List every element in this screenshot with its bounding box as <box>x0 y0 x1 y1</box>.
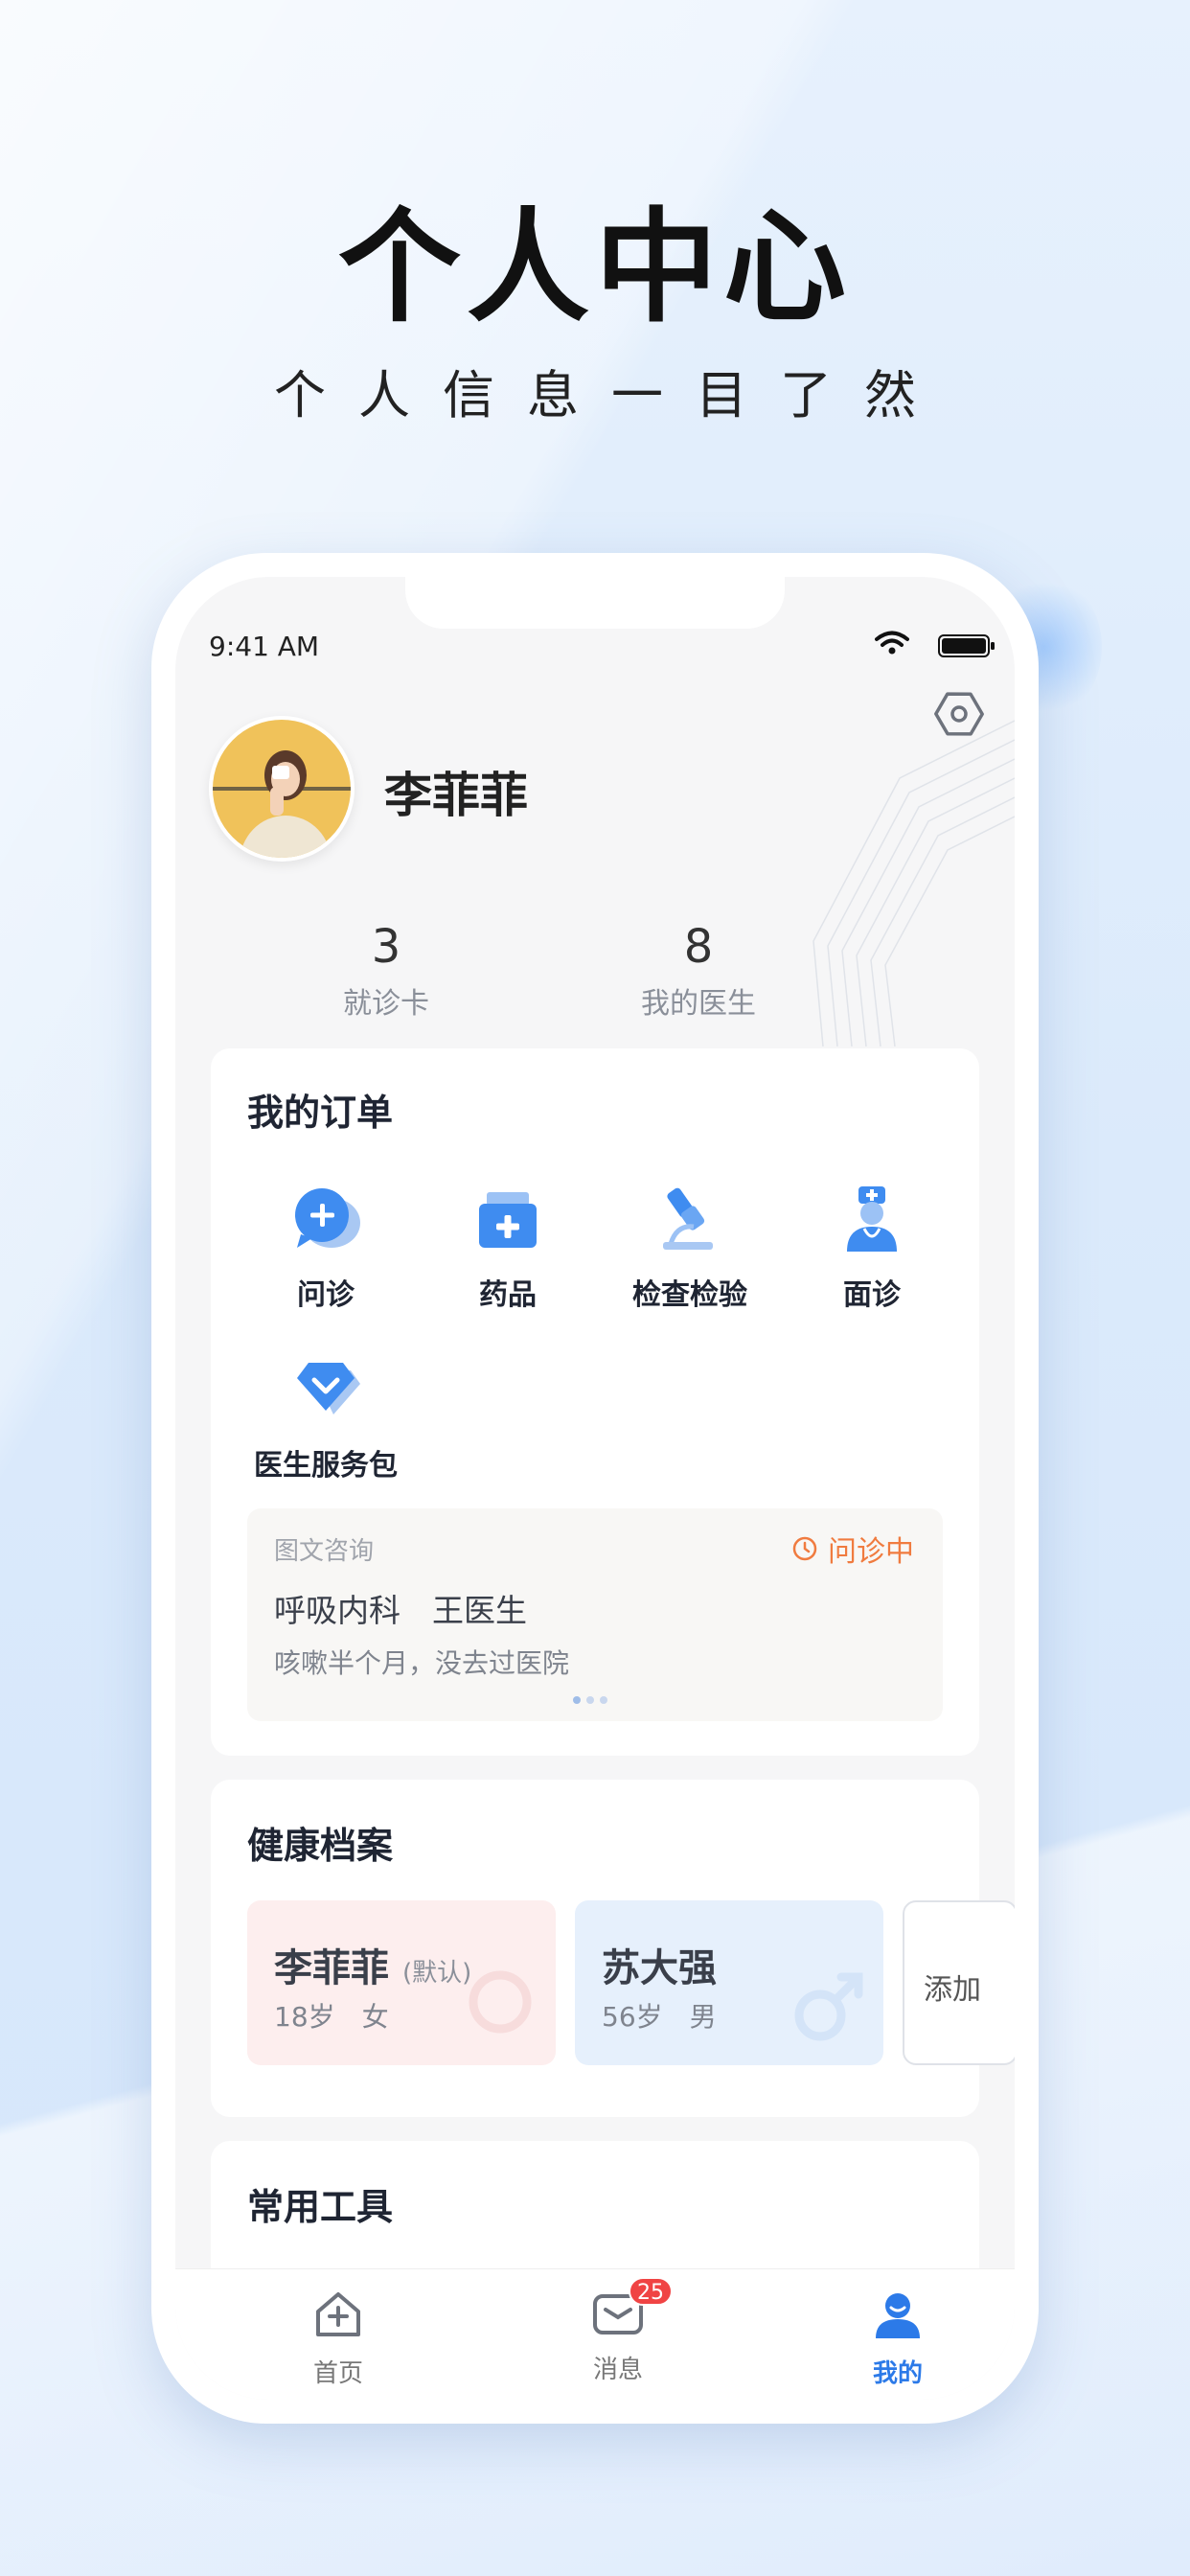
phone-screen: 9:41 AM 李菲菲 3 就诊卡 8 我的医生 我的订单 问诊 药品 检查检验… <box>175 577 1015 2400</box>
avatar-image <box>213 720 351 858</box>
home-plus-icon <box>316 2292 360 2336</box>
health-records-card: 健康档案 李菲菲 (默认) 18岁 女 苏大强 56岁 男 添加 <box>211 1780 1015 2117</box>
phone-notch <box>405 577 785 629</box>
microscope-icon <box>663 1187 713 1250</box>
carousel-dot <box>600 1696 607 1704</box>
tab-label: 我的 <box>872 2359 923 2388</box>
tab-label: 首页 <box>312 2359 363 2388</box>
tab-home[interactable]: 首页 <box>271 2287 405 2389</box>
profile-name-text: 苏大强 <box>602 1946 717 1990</box>
carousel-dot-active <box>573 1696 581 1704</box>
health-records-title: 健康档案 <box>247 1825 394 1867</box>
consult-status: 问诊中 <box>791 1528 914 1570</box>
order-item-face-consult[interactable]: 面诊 <box>781 1181 963 1313</box>
order-label: 药品 <box>479 1278 537 1312</box>
orders-title: 我的订单 <box>247 1092 394 1134</box>
add-profile-label: 添加 <box>924 1973 981 2007</box>
tab-label: 消息 <box>592 2356 643 2384</box>
hero-subtitle: 个人信息一目了然 <box>274 365 949 426</box>
stat-value: 8 <box>683 920 714 974</box>
profile-name: 苏大强 <box>602 1937 717 1992</box>
stat-visit-cards[interactable]: 3 就诊卡 <box>271 920 501 1022</box>
status-time: 9:41 AM <box>209 631 320 662</box>
avatar[interactable] <box>209 716 355 862</box>
order-label: 面诊 <box>843 1278 901 1312</box>
profile-name-text: 李菲菲 <box>274 1946 389 1990</box>
profile-info: 56岁 男 <box>602 2001 717 2033</box>
hero-title: 个人中心 <box>337 196 852 339</box>
add-profile-button[interactable]: 添加 <box>903 1900 1015 2065</box>
user-name: 李菲菲 <box>384 768 528 823</box>
consult-doctor: 呼吸内科 王医生 <box>274 1592 527 1629</box>
wifi-icon <box>875 631 909 655</box>
health-profile-card[interactable]: 李菲菲 (默认) 18岁 女 <box>247 1900 556 2065</box>
consult-type: 图文咨询 <box>274 1537 375 1566</box>
order-item-examination[interactable]: 检查检验 <box>599 1181 781 1313</box>
service-package-icon <box>297 1363 360 1414</box>
tab-messages[interactable]: 25 消息 <box>551 2277 685 2385</box>
consult-status-text: 问诊中 <box>828 1535 914 1569</box>
health-profile-card[interactable]: 苏大强 56岁 男 <box>575 1900 883 2065</box>
medicine-box-icon <box>479 1192 537 1248</box>
carousel-dots <box>573 1696 607 1704</box>
phone-frame: 9:41 AM 李菲菲 3 就诊卡 8 我的医生 我的订单 问诊 药品 检查检验… <box>151 553 1039 2424</box>
order-label: 检查检验 <box>632 1278 747 1312</box>
tab-bar: 首页 25 消息 我的 <box>175 2268 1015 2400</box>
profile-info: 18岁 女 <box>274 2001 389 2033</box>
order-label: 问诊 <box>297 1278 355 1312</box>
stat-label: 就诊卡 <box>343 987 429 1021</box>
battery-icon <box>938 634 995 657</box>
stat-value: 3 <box>371 920 401 974</box>
tools-title: 常用工具 <box>247 2186 394 2228</box>
tab-mine[interactable]: 我的 <box>831 2287 965 2389</box>
clock-icon <box>792 1536 817 1561</box>
unread-badge: 25 <box>629 2277 673 2306</box>
consult-chat-icon <box>295 1188 360 1248</box>
order-item-medicine[interactable]: 药品 <box>417 1181 599 1313</box>
current-consult-card[interactable]: 图文咨询 问诊中 呼吸内科 王医生 咳嗽半个月，没去过医院 <box>247 1508 943 1721</box>
consult-description: 咳嗽半个月，没去过医院 <box>274 1647 570 1679</box>
male-symbol-icon <box>794 1972 863 2041</box>
stat-my-doctors[interactable]: 8 我的医生 <box>584 920 813 1022</box>
profile-name: 李菲菲 (默认) <box>274 1937 471 1992</box>
order-item-consult[interactable]: 问诊 <box>235 1181 417 1313</box>
order-label: 医生服务包 <box>254 1449 398 1483</box>
stat-label: 我的医生 <box>641 987 756 1021</box>
female-symbol-icon <box>469 1970 532 2034</box>
user-icon <box>876 2293 920 2338</box>
carousel-dot <box>586 1696 594 1704</box>
settings-icon[interactable] <box>932 687 986 741</box>
nurse-icon <box>847 1186 897 1252</box>
tab-icon-wrap: 25 <box>590 2277 673 2342</box>
orders-card: 我的订单 问诊 药品 检查检验 面诊 医生服务包 图文咨询 问诊中 呼吸内科 王… <box>211 1048 979 1756</box>
order-item-service-package[interactable]: 医生服务包 <box>235 1351 417 1484</box>
